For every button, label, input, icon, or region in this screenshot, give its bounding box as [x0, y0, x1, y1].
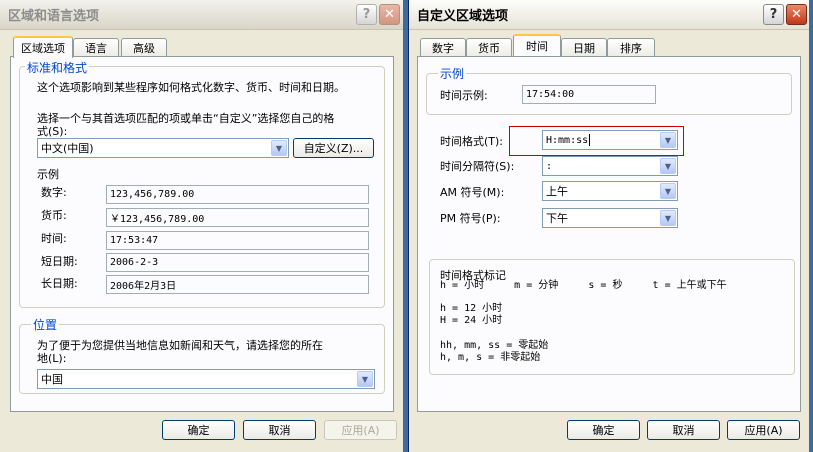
location-value: 中国	[41, 373, 63, 386]
chevron-down-icon[interactable]: ▼	[660, 210, 676, 226]
standards-group-title: 标准和格式	[25, 59, 90, 76]
sample-value-long-date: 2006年2月3日	[106, 275, 369, 294]
sample-label-long-date: 长日期:	[41, 277, 78, 290]
time-separator-value: :	[546, 160, 553, 172]
location-group-title: 位置	[31, 316, 60, 333]
right-title-bar[interactable]: 自定义区域选项	[409, 0, 809, 30]
sample-value-number: 123,456,789.00	[106, 185, 369, 204]
tab-regional-options[interactable]: 区域选项	[13, 36, 73, 58]
close-icon: ✕	[791, 7, 802, 22]
tab-label: 语言	[85, 42, 107, 55]
left-tab-panel: 标准和格式 这个选项影响到某些程序如何格式化数字、货币、时间和日期。 选择一个与…	[10, 56, 394, 412]
apply-label: 应用(A)	[744, 424, 783, 437]
left-close-button[interactable]: ✕	[379, 4, 400, 25]
tab-currency[interactable]: 货币	[466, 38, 512, 57]
pm-symbol-value: 下午	[546, 212, 568, 225]
sample-title: 示例	[37, 168, 59, 181]
left-dialog-title: 区域和语言选项	[8, 9, 100, 24]
ok-label: 确定	[592, 424, 615, 437]
chevron-down-icon[interactable]: ▼	[357, 371, 373, 387]
locale-value: 中文(中国)	[41, 142, 94, 155]
am-symbol-value: 上午	[546, 185, 568, 198]
standards-instruction-line2: 式(S):	[37, 125, 68, 138]
tab-label: 排序	[620, 42, 642, 55]
location-dropdown[interactable]: 中国 ▼	[37, 369, 375, 389]
tab-label: 日期	[573, 42, 595, 55]
tab-sort[interactable]: 排序	[607, 38, 655, 57]
hint-line-5: h, m, s = 非零起始	[440, 352, 541, 363]
regional-language-options-dialog: 区域和语言选项 ? ✕ 区域选项 语言 高级 标准和格式 这个选项影响到某些程序…	[0, 0, 403, 452]
sample-value-time: 17:53:47	[106, 231, 369, 250]
sample-value-short-date: 2006-2-3	[106, 253, 369, 272]
ok-label: 确定	[187, 424, 210, 437]
left-ok-button[interactable]: 确定	[162, 420, 235, 440]
time-format-combo[interactable]: H:mm:ss ▼	[542, 130, 678, 150]
tab-label: 区域选项	[21, 42, 65, 55]
time-sample-title: 示例	[438, 65, 467, 82]
tab-date[interactable]: 日期	[561, 38, 607, 57]
tab-label: 货币	[478, 42, 500, 55]
pm-symbol-label: PM 符号(P):	[440, 212, 501, 225]
am-symbol-label: AM 符号(M):	[440, 186, 505, 199]
chevron-down-icon[interactable]: ▼	[660, 158, 676, 174]
right-ok-button[interactable]: 确定	[567, 420, 640, 440]
hint-line-4: hh, mm, ss = 零起始	[440, 340, 549, 351]
help-icon: ?	[362, 7, 371, 22]
right-apply-button[interactable]: 应用(A)	[727, 420, 800, 440]
left-apply-button[interactable]: 应用(A)	[324, 420, 397, 440]
time-separator-label: 时间分隔符(S):	[440, 160, 515, 173]
tab-label: 高级	[133, 42, 155, 55]
tab-languages[interactable]: 语言	[73, 38, 119, 57]
time-format-label: 时间格式(T):	[440, 135, 504, 148]
right-tab-panel: 示例 时间示例: 17:54:00 时间格式(T): H:mm:ss ▼ 时间分…	[417, 56, 801, 412]
standards-instruction-line1: 选择一个与其首选项匹配的项或单击“自定义”选择您自己的格	[37, 112, 335, 125]
hint-line-3: H = 24 小时	[440, 315, 503, 326]
hint-line-2: h = 12 小时	[440, 303, 503, 314]
sample-label-currency: 货币:	[41, 209, 67, 222]
sample-label-number: 数字:	[41, 186, 67, 199]
help-icon: ?	[769, 7, 778, 22]
customize-button-label: 自定义(Z)...	[303, 142, 364, 155]
cancel-label: 取消	[672, 424, 695, 437]
right-close-button[interactable]: ✕	[786, 4, 807, 25]
tab-label: 数字	[432, 42, 454, 55]
right-help-button[interactable]: ?	[763, 4, 784, 25]
right-cancel-button[interactable]: 取消	[647, 420, 720, 440]
sample-label-time: 时间:	[41, 232, 67, 245]
time-separator-combo[interactable]: : ▼	[542, 156, 678, 176]
sample-value-currency: ￥123,456,789.00	[106, 208, 369, 227]
tab-time[interactable]: 时间	[513, 34, 561, 56]
hint-line-1: h = 小时 m = 分钟 s = 秒 t = 上午或下午	[440, 280, 727, 291]
tab-advanced[interactable]: 高级	[121, 38, 167, 57]
locale-dropdown[interactable]: 中文(中国) ▼	[37, 138, 289, 158]
chevron-down-icon[interactable]: ▼	[271, 140, 287, 156]
pm-symbol-combo[interactable]: 下午 ▼	[542, 208, 678, 228]
tab-numbers[interactable]: 数字	[420, 38, 466, 57]
cancel-label: 取消	[268, 424, 291, 437]
chevron-down-icon[interactable]: ▼	[660, 132, 676, 148]
apply-label: 应用(A)	[341, 424, 380, 437]
standards-description: 这个选项影响到某些程序如何格式化数字、货币、时间和日期。	[37, 81, 345, 94]
chevron-down-icon[interactable]: ▼	[660, 183, 676, 199]
tab-label: 时间	[526, 40, 548, 53]
time-format-value: H:mm:ss	[546, 134, 591, 146]
right-dialog-title: 自定义区域选项	[417, 9, 509, 24]
left-help-button[interactable]: ?	[356, 4, 377, 25]
time-sample-value: 17:54:00	[522, 85, 656, 104]
left-title-bar[interactable]: 区域和语言选项	[0, 0, 403, 30]
customize-regional-options-dialog: 自定义区域选项 ? ✕ 数字 货币 时间 日期 排序 示例 时间示例: 17:5…	[408, 0, 809, 452]
am-symbol-combo[interactable]: 上午 ▼	[542, 181, 678, 201]
sample-label-short-date: 短日期:	[41, 255, 78, 268]
customize-button[interactable]: 自定义(Z)...	[293, 138, 374, 158]
location-description-line2: 地(L):	[37, 352, 67, 365]
left-cancel-button[interactable]: 取消	[243, 420, 316, 440]
location-description-line1: 为了便于为您提供当地信息如新闻和天气，请选择您的所在	[37, 339, 323, 352]
close-icon: ✕	[384, 7, 395, 22]
time-sample-label: 时间示例:	[440, 89, 488, 102]
